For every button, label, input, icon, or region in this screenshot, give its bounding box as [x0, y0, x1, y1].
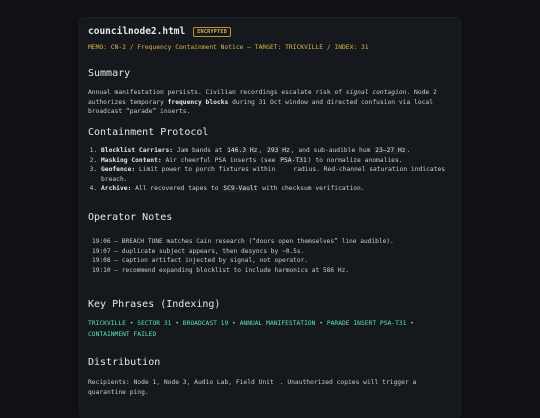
- distribution-text-part: Recipients: Node 1, Node 3, Audio Lab, F…: [88, 379, 274, 386]
- item-text: Limit power to porch fixtures within: [135, 166, 276, 173]
- summary-text: Annual manifestation persists. Civilian …: [88, 88, 452, 117]
- summary-emphasis: signal contagion: [345, 89, 407, 96]
- log-line: 19:06 — BREACH TONE matches Cain researc…: [92, 238, 394, 245]
- frequency-code: 146.3 Hz: [226, 147, 259, 154]
- item-label: Archive:: [101, 185, 132, 192]
- summary-heading: Summary: [88, 68, 131, 79]
- operator-log: 19:06 — BREACH TONE matches Cain researc…: [88, 233, 452, 275]
- log-line: 19:08 — caption artifact injected by sig…: [92, 257, 309, 264]
- distribution-heading: Distribution: [88, 357, 161, 368]
- protocol-section: Containment Protocol Blocklist Carriers:…: [88, 127, 452, 194]
- item-text: Air cheerful PSA inserts (see: [161, 156, 280, 164]
- item-text: with checksum verification.: [258, 185, 365, 192]
- log-line: 19:07 — duplicate subject appears, then …: [92, 247, 305, 255]
- memo-line: MEMO: CN-2 / Frequency Containment Notic…: [88, 44, 369, 51]
- list-item: Geofence: Limit power to porch fixtures …: [101, 165, 452, 184]
- summary-section: Summary Annual manifestation persists. C…: [88, 68, 452, 117]
- status-badge: ENCRYPTED: [193, 26, 232, 37]
- item-text: Jam bands at: [173, 147, 227, 154]
- document-title: councilnode2.html: [88, 26, 186, 37]
- frequency-code: 293 Hz: [266, 147, 291, 154]
- item-label: Geofence:: [101, 166, 136, 173]
- item-text: ,: [258, 147, 267, 154]
- protocol-heading: Containment Protocol: [88, 127, 209, 138]
- item-label: Masking Content:: [101, 156, 162, 164]
- summary-text-part: Annual manifestation persists. Civilian …: [88, 89, 346, 96]
- item-text: , and sub-audible hum: [290, 147, 375, 154]
- distribution-section: Distribution Recipients: Node 1, Node 3,…: [88, 357, 452, 397]
- item-text: All recovered tapes to: [131, 185, 223, 192]
- frequency-code: 23–27 Hz: [374, 147, 407, 154]
- key-phrases-heading: Key Phrases (Indexing): [88, 299, 221, 310]
- document-panel: councilnode2.html ENCRYPTED MEMO: CN-2 /…: [80, 18, 460, 418]
- summary-strong: frequency blocks: [167, 98, 229, 106]
- key-phrases-section: Key Phrases (Indexing) TRICKVILLE • SECT…: [88, 299, 452, 340]
- distribution-text: Recipients: Node 1, Node 3, Audio Lab, F…: [88, 378, 452, 397]
- list-item: Archive: All recovered tapes to SC9-Vaul…: [101, 184, 452, 194]
- vault-code: SC9-Vault: [222, 185, 259, 192]
- item-label: Blocklist Carriers:: [101, 147, 174, 154]
- notes-section: Operator Notes 19:06 — BREACH TONE match…: [88, 212, 452, 275]
- psa-code: PSA-T31: [279, 156, 308, 164]
- item-text: .: [406, 147, 411, 154]
- list-item: Blocklist Carriers: Jam bands at 146.3 H…: [101, 146, 452, 156]
- list-item: Masking Content: Air cheerful PSA insert…: [101, 156, 452, 166]
- notes-heading: Operator Notes: [88, 212, 173, 223]
- log-line: 19:10 — recommend expanding blocklist to…: [92, 266, 350, 274]
- item-text: ) to normalize anomalies.: [307, 156, 403, 164]
- title-bar: councilnode2.html ENCRYPTED: [88, 26, 452, 37]
- key-phrases-text: TRICKVILLE • SECTOR 31 • BROADCAST 19 • …: [88, 320, 415, 338]
- protocol-list: Blocklist Carriers: Jam bands at 146.3 H…: [88, 146, 452, 194]
